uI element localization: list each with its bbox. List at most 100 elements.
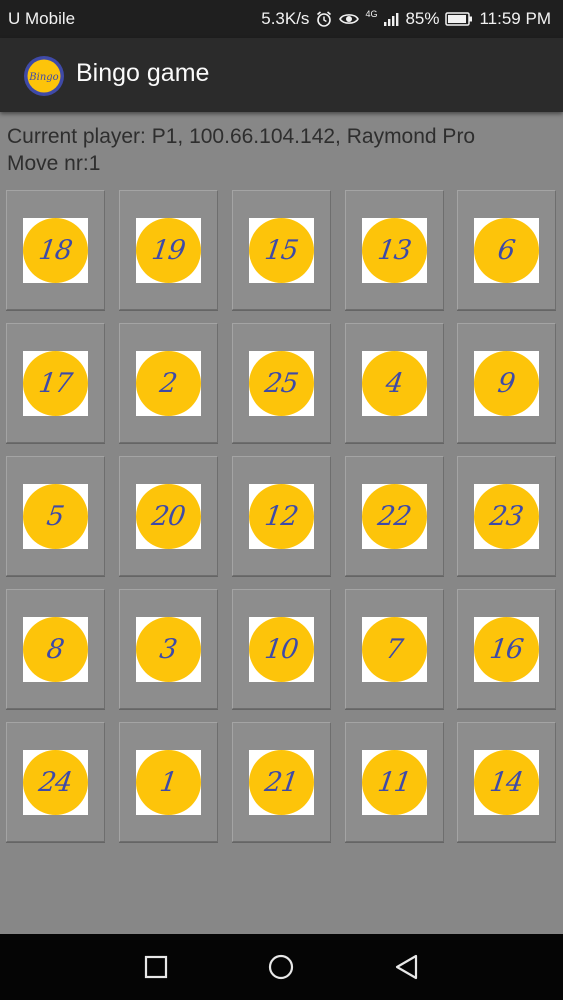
bingo-cell[interactable]: 22	[345, 456, 444, 576]
bingo-ball: 8	[23, 617, 88, 682]
game-info: Current player: P1, 100.66.104.142, Raym…	[7, 123, 475, 177]
bingo-ball: 18	[23, 218, 88, 283]
bingo-ball-frame: 12	[249, 484, 314, 549]
bingo-cell[interactable]: 1	[119, 722, 218, 842]
bingo-cell[interactable]: 15	[232, 190, 331, 310]
bingo-ball-frame: 7	[362, 617, 427, 682]
bingo-ball: 2	[136, 351, 201, 416]
bingo-cell[interactable]: 2	[119, 323, 218, 443]
bingo-ball: 1	[136, 750, 201, 815]
bingo-ball: 22	[362, 484, 427, 549]
bingo-ball-frame: 4	[362, 351, 427, 416]
bingo-number: 4	[384, 368, 405, 399]
status-right: 5.3K/s 4G 85% 11:59 PM	[261, 9, 551, 29]
bingo-number: 11	[376, 767, 413, 798]
bingo-number: 15	[263, 235, 300, 266]
bingo-number: 3	[158, 634, 179, 665]
bingo-cell[interactable]: 12	[232, 456, 331, 576]
bingo-cell[interactable]: 20	[119, 456, 218, 576]
bingo-cell[interactable]: 21	[232, 722, 331, 842]
bingo-ball: 19	[136, 218, 201, 283]
bingo-cell[interactable]: 6	[457, 190, 556, 310]
bingo-cell[interactable]: 3	[119, 589, 218, 709]
bingo-cell[interactable]: 8	[6, 589, 105, 709]
bingo-ball-frame: 8	[23, 617, 88, 682]
move-counter: Move nr:1	[7, 152, 101, 175]
bingo-number: 14	[488, 767, 525, 798]
bingo-number: 22	[376, 501, 413, 532]
bingo-ball-frame: 9	[474, 351, 539, 416]
bingo-ball-frame: 3	[136, 617, 201, 682]
bingo-cell[interactable]: 5	[6, 456, 105, 576]
bingo-ball-frame: 6	[474, 218, 539, 283]
bingo-number: 5	[45, 501, 66, 532]
bingo-ball: 23	[474, 484, 539, 549]
bingo-ball-frame: 1	[136, 750, 201, 815]
network-type: 4G	[365, 8, 378, 19]
navigation-bar	[0, 934, 563, 1000]
carrier-label: U Mobile	[8, 9, 76, 28]
bingo-number: 2	[158, 368, 179, 399]
current-player-label: Current player: P1, 100.66.104.142, Raym…	[7, 125, 476, 148]
bingo-cell[interactable]: 9	[457, 323, 556, 443]
recents-icon[interactable]	[142, 953, 170, 981]
bingo-number: 24	[37, 767, 74, 798]
bingo-ball: 3	[136, 617, 201, 682]
bingo-number: 17	[37, 368, 74, 399]
bingo-cell[interactable]: 23	[457, 456, 556, 576]
bingo-number: 19	[150, 235, 187, 266]
alarm-icon	[315, 10, 333, 28]
bingo-cell[interactable]: 14	[457, 722, 556, 842]
bingo-ball: 14	[474, 750, 539, 815]
bingo-ball-frame: 15	[249, 218, 314, 283]
bingo-cell[interactable]: 11	[345, 722, 444, 842]
bingo-ball: 21	[249, 750, 314, 815]
bingo-number: 23	[488, 501, 525, 532]
bingo-cell[interactable]: 4	[345, 323, 444, 443]
battery-icon	[445, 12, 473, 26]
bingo-cell[interactable]: 24	[6, 722, 105, 842]
bingo-cell[interactable]: 18	[6, 190, 105, 310]
battery-percent: 85%	[405, 9, 440, 28]
bingo-cell[interactable]: 13	[345, 190, 444, 310]
bingo-ball: 11	[362, 750, 427, 815]
bingo-cell[interactable]: 19	[119, 190, 218, 310]
bingo-ball: 13	[362, 218, 427, 283]
home-icon[interactable]	[267, 953, 295, 981]
bingo-number: 25	[263, 368, 300, 399]
bingo-ball-frame: 24	[23, 750, 88, 815]
bingo-ball-frame: 23	[474, 484, 539, 549]
bingo-number: 21	[263, 767, 300, 798]
bingo-number: 20	[150, 501, 187, 532]
bingo-ball: 10	[249, 617, 314, 682]
bingo-ball-frame: 22	[362, 484, 427, 549]
bingo-ball: 5	[23, 484, 88, 549]
back-icon[interactable]	[392, 953, 420, 981]
bingo-ball: 12	[249, 484, 314, 549]
bingo-cell[interactable]: 25	[232, 323, 331, 443]
bingo-ball: 9	[474, 351, 539, 416]
bingo-number: 7	[384, 634, 405, 665]
bingo-ball-frame: 13	[362, 218, 427, 283]
status-bar: U Mobile 5.3K/s 4G 85% 11:59 PM	[0, 0, 563, 38]
bingo-ball-frame: 17	[23, 351, 88, 416]
bingo-number: 1	[158, 767, 179, 798]
bingo-ball-frame: 11	[362, 750, 427, 815]
bingo-ball-frame: 25	[249, 351, 314, 416]
svg-text:Bingo: Bingo	[28, 72, 58, 83]
bingo-ball-frame: 21	[249, 750, 314, 815]
bingo-logo-icon: Bingo	[23, 55, 65, 97]
bingo-ball: 6	[474, 218, 539, 283]
bingo-cell[interactable]: 16	[457, 589, 556, 709]
bingo-cell[interactable]: 10	[232, 589, 331, 709]
bingo-ball-frame: 5	[23, 484, 88, 549]
bingo-ball: 17	[23, 351, 88, 416]
bingo-number: 9	[496, 368, 517, 399]
bingo-ball: 16	[474, 617, 539, 682]
bingo-number: 13	[376, 235, 413, 266]
bingo-cell[interactable]: 7	[345, 589, 444, 709]
bingo-cell[interactable]: 17	[6, 323, 105, 443]
bingo-ball: 4	[362, 351, 427, 416]
bingo-ball: 15	[249, 218, 314, 283]
app-bar: Bingo Bingo game	[0, 38, 563, 112]
